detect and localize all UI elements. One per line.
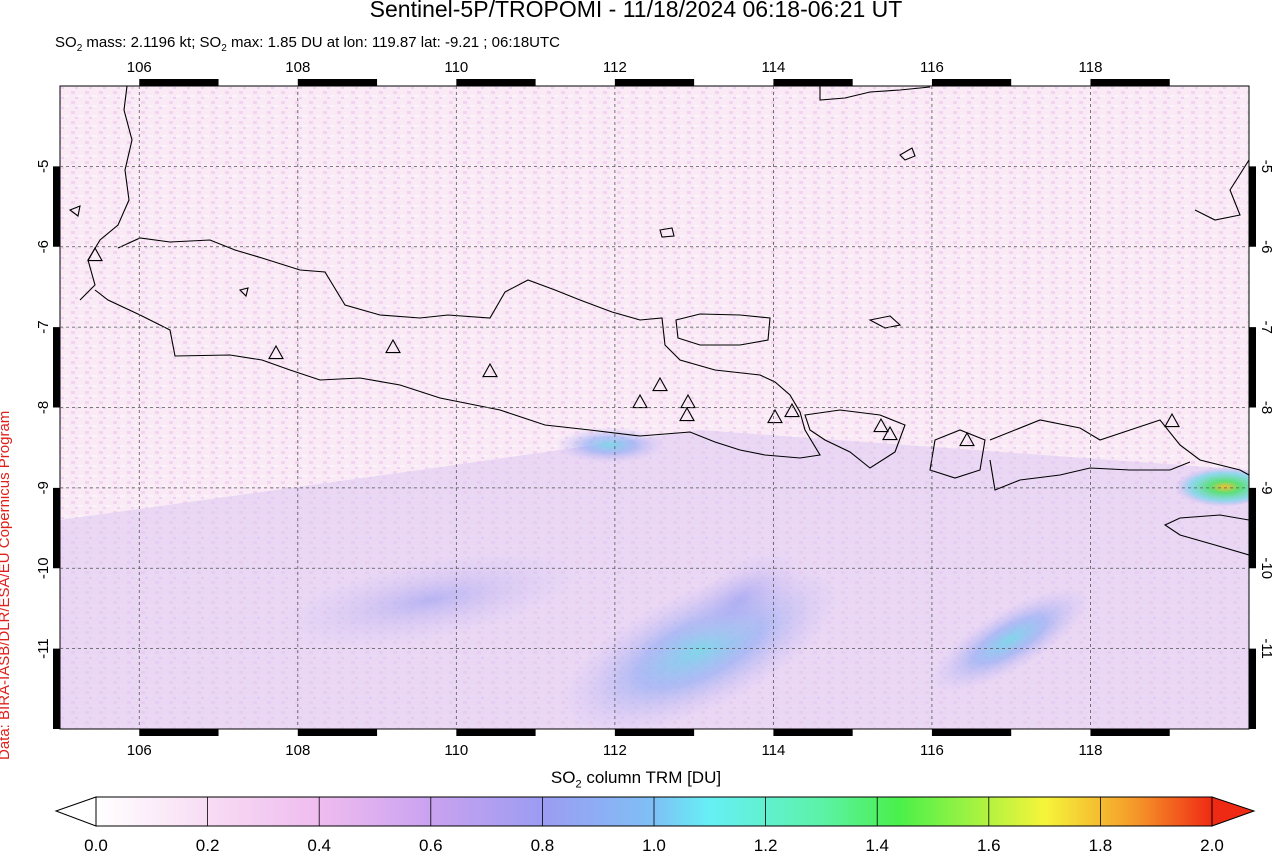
lat-label-left: -6 [35, 240, 52, 253]
lat-label-right: -8 [1258, 401, 1272, 414]
frame-bar-right [1249, 648, 1256, 729]
colorbar-under-arrow [54, 796, 97, 827]
frame-bar-top [773, 79, 853, 86]
lat-label-right: -5 [1258, 160, 1272, 173]
frame-bar-top [614, 79, 695, 86]
frame-bar-right [1249, 166, 1256, 247]
lon-label-bottom: 114 [761, 742, 785, 759]
lon-label-bottom: 116 [920, 742, 944, 759]
frame-bar-bottom [931, 729, 1012, 736]
colorbar-tick-label: 1.2 [754, 836, 778, 853]
frame-bar-top [1090, 79, 1170, 86]
lat-label-right: -6 [1258, 240, 1272, 253]
frame-bar-top [297, 79, 378, 86]
lat-label-left: -5 [35, 160, 52, 173]
frame-bar-bottom [456, 729, 536, 736]
lon-label-top: 112 [603, 59, 627, 76]
frame-bar-left [53, 487, 60, 569]
frame-bar-bottom [614, 729, 695, 736]
colorbar-label-pre: SO [550, 768, 576, 787]
lat-label-right: -11 [1258, 638, 1272, 659]
lat-label-left: -11 [35, 638, 52, 659]
colorbar-tick-label: 0.8 [531, 836, 555, 853]
frame-bar-top [139, 79, 219, 86]
frame-bar-right [1249, 327, 1256, 408]
colorbar-label: SO2 column TRM [DU] [0, 768, 1272, 790]
lon-label-bottom: 118 [1079, 742, 1103, 759]
frame-bar-bottom [297, 729, 378, 736]
frame-bar-left [53, 648, 60, 729]
frame-bar-right [1249, 487, 1256, 569]
frame-bar-bottom [1090, 729, 1170, 736]
frame-bar-top [931, 79, 1012, 86]
colorbar-tick-label: 0.2 [196, 836, 220, 853]
lat-label-right: -7 [1258, 320, 1272, 333]
colorbar-tick-label: 1.6 [977, 836, 1001, 853]
colorbar-tick-label: 0.6 [419, 836, 443, 853]
lon-label-top: 114 [761, 59, 785, 76]
colorbar-label-post: column TRM [DU] [581, 768, 722, 787]
lon-label-top: 108 [285, 59, 310, 76]
frame-bar-bottom [139, 729, 219, 736]
lat-label-left: -8 [35, 401, 52, 414]
lon-label-bottom: 112 [603, 742, 627, 759]
colorbar-tick-label: 0.4 [307, 836, 331, 853]
colorbar-tick-label: 1.0 [642, 836, 666, 853]
lat-label-left: -9 [35, 481, 52, 494]
colorbar-tick-label: 0.0 [84, 836, 108, 853]
lat-label-right: -9 [1258, 481, 1272, 494]
lon-label-top: 106 [127, 59, 152, 76]
lon-label-bottom: 110 [444, 742, 468, 759]
frame-bar-bottom [773, 729, 853, 736]
colorbar-tick-label: 2.0 [1200, 836, 1224, 853]
lat-label-left: -7 [35, 320, 52, 333]
lat-label-left: -10 [35, 557, 52, 579]
lon-label-bottom: 106 [127, 742, 152, 759]
so2-map: 106 106 108 108 110 110 112 112 114 114 116 116 118 1… [35, 59, 1272, 853]
colorbar-tick-label: 1.4 [865, 836, 889, 853]
lat-label-right: -10 [1258, 557, 1272, 579]
lon-label-top: 110 [444, 59, 468, 76]
frame-bar-left [53, 166, 60, 247]
lon-label-top: 118 [1079, 59, 1103, 76]
lon-label-top: 116 [920, 59, 944, 76]
frame-bar-top [456, 79, 536, 86]
lon-label-bottom: 108 [285, 742, 310, 759]
colorbar-tick-label: 1.8 [1089, 836, 1113, 853]
frame-bar-left [53, 327, 60, 408]
colorbar-over-arrow [1211, 796, 1256, 827]
